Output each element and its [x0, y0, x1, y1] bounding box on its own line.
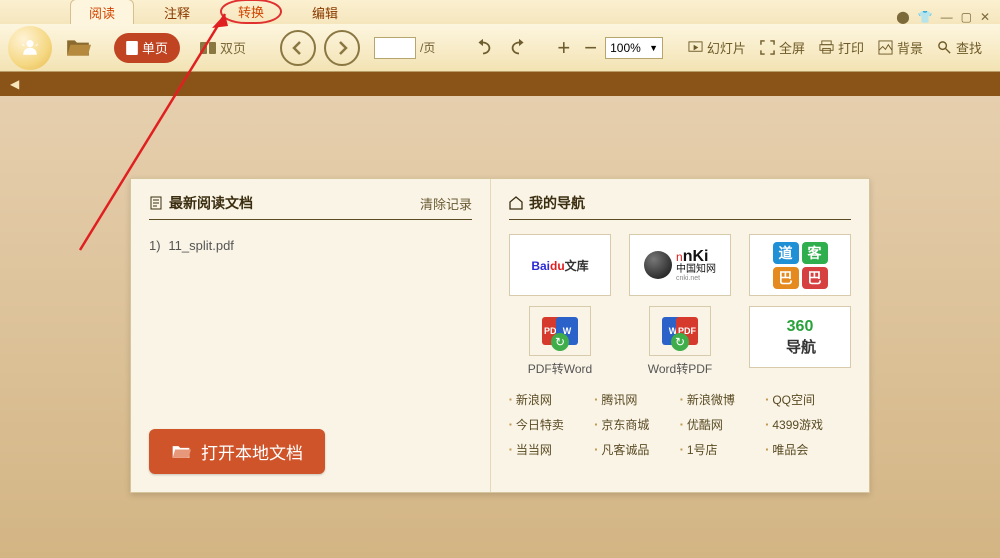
maximize-icon[interactable]: ▢: [961, 10, 972, 24]
background-button[interactable]: 背景: [878, 38, 923, 57]
tab-read[interactable]: 阅读: [70, 0, 134, 24]
link-grid: 新浪网 腾讯网 新浪微博 QQ空间 今日特卖 京东商城 优酷网 4399游戏 当…: [509, 391, 851, 458]
titlebar: 阅读 注释 转换 编辑 ⬤ 👕 — ▢ ✕: [0, 0, 1000, 24]
tab-convert[interactable]: 转换: [220, 0, 282, 24]
link-item[interactable]: 优酷网: [680, 416, 766, 433]
next-page-button[interactable]: [324, 30, 360, 66]
recent-item[interactable]: 1) 11_split.pdf: [149, 234, 472, 258]
print-button[interactable]: 打印: [819, 38, 864, 57]
recent-panel: 最新阅读文档 清除记录 1) 11_split.pdf 打开本地文档: [131, 179, 491, 492]
minimize-icon[interactable]: —: [941, 10, 953, 24]
link-item[interactable]: 4399游戏: [766, 416, 852, 433]
nav-360[interactable]: 360导航: [749, 306, 851, 368]
zoom-out-button[interactable]: −: [578, 35, 603, 61]
link-item[interactable]: 腾讯网: [595, 391, 681, 408]
prev-page-button[interactable]: [280, 30, 316, 66]
tab-annotate[interactable]: 注释: [146, 0, 208, 24]
nav-pdf2word[interactable]: PDFW↻ PDF转Word: [509, 306, 611, 377]
link-item[interactable]: 京东商城: [595, 416, 681, 433]
collapse-sidebar-icon[interactable]: ◀: [10, 77, 19, 91]
convert-arrow-icon: ↻: [671, 333, 689, 351]
zoom-select[interactable]: 100%▼: [605, 37, 663, 59]
link-item[interactable]: 凡客诚品: [595, 441, 681, 458]
shirt-icon[interactable]: 👕: [918, 10, 933, 24]
link-item[interactable]: 今日特卖: [509, 416, 595, 433]
redo-icon[interactable]: [501, 30, 537, 66]
toolbar: 单页 双页 /页 + − 100%▼ 幻灯片 全屏 打印 背景 查找: [0, 24, 1000, 72]
link-item[interactable]: 新浪网: [509, 391, 595, 408]
link-item[interactable]: QQ空间: [766, 391, 852, 408]
nav-title: 我的导航: [509, 193, 585, 213]
skin-icon[interactable]: ⬤: [896, 10, 909, 24]
recent-title: 最新阅读文档: [149, 193, 253, 213]
zoom-in-button[interactable]: +: [551, 35, 576, 61]
page-suffix: /页: [420, 39, 435, 56]
clear-history[interactable]: 清除记录: [420, 194, 472, 213]
app-logo[interactable]: [8, 26, 52, 70]
nav-cnki[interactable]: nnKi中国知网cnki.net: [629, 234, 731, 296]
window-buttons: ⬤ 👕 — ▢ ✕: [896, 7, 1000, 24]
content-area: 最新阅读文档 清除记录 1) 11_split.pdf 打开本地文档 我的导航: [0, 96, 1000, 558]
nav-word2pdf[interactable]: WPDF↻ Word转PDF: [629, 306, 731, 377]
sidebar-strip: ◀: [0, 72, 1000, 96]
nav-panel: 我的导航 Baidu文库 nnKi中国知网cnki.net 道客 巴巴 PDF: [491, 179, 869, 492]
tab-edit[interactable]: 编辑: [294, 0, 356, 24]
recent-list: 1) 11_split.pdf: [149, 234, 472, 258]
open-file-icon[interactable]: [60, 30, 96, 66]
link-item[interactable]: 1号店: [680, 441, 766, 458]
fullscreen-button[interactable]: 全屏: [760, 38, 805, 57]
zoom-controls: + − 100%▼: [551, 35, 663, 61]
slideshow-button[interactable]: 幻灯片: [688, 38, 746, 57]
open-local-button[interactable]: 打开本地文档: [149, 429, 325, 474]
undo-icon[interactable]: [465, 30, 501, 66]
convert-arrow-icon: ↻: [551, 333, 569, 351]
link-item[interactable]: 唯品会: [766, 441, 852, 458]
double-page-button[interactable]: 双页: [188, 33, 258, 63]
close-icon[interactable]: ✕: [980, 10, 990, 24]
globe-icon: [644, 251, 672, 279]
main-tabs: 阅读 注释 转换 编辑: [70, 0, 356, 24]
nav-baidu[interactable]: Baidu文库: [509, 234, 611, 296]
nav-daoke[interactable]: 道客 巴巴: [749, 234, 851, 296]
link-item[interactable]: 当当网: [509, 441, 595, 458]
link-item[interactable]: 新浪微博: [680, 391, 766, 408]
page-input[interactable]: [374, 37, 416, 59]
find-button[interactable]: 查找: [937, 38, 982, 57]
start-card: 最新阅读文档 清除记录 1) 11_split.pdf 打开本地文档 我的导航: [130, 178, 870, 493]
single-page-button[interactable]: 单页: [114, 33, 180, 63]
